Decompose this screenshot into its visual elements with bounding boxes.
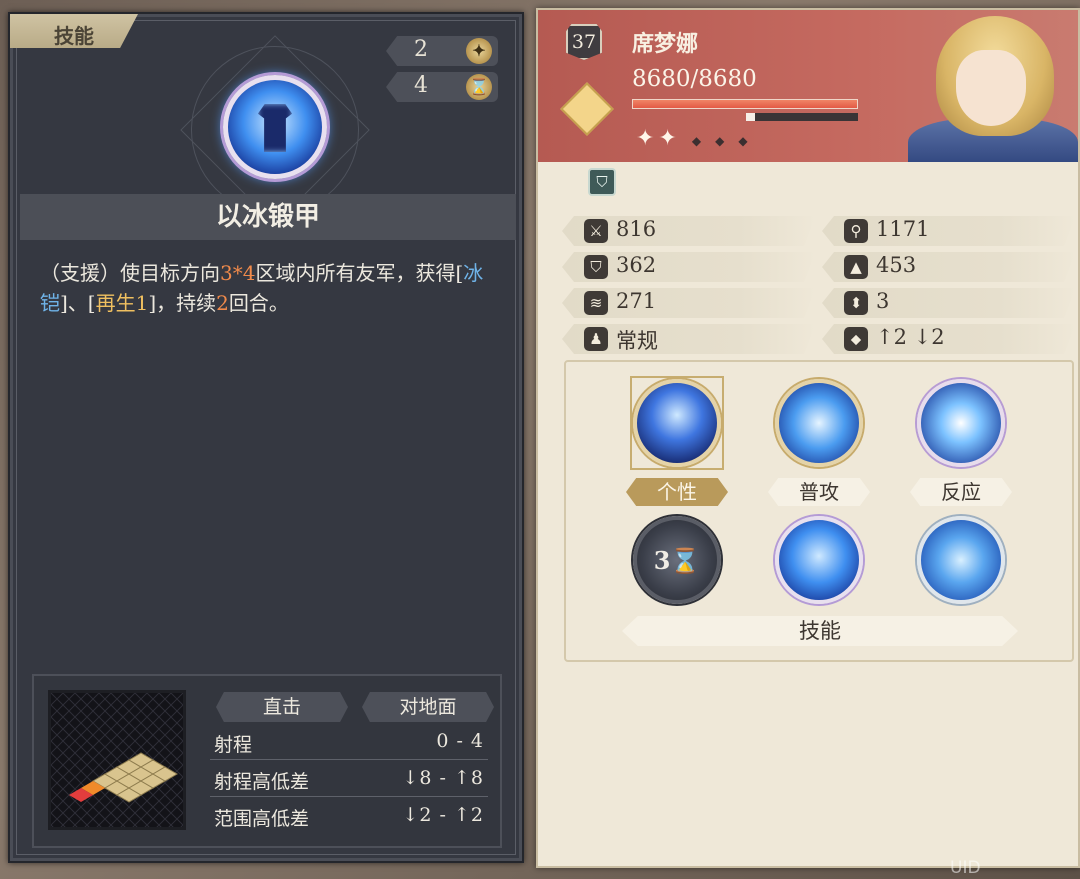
jump-icon: ⬥ [844,327,868,351]
skill-cooldown-value: 4 [414,73,428,98]
shield-icon: ⛉ [584,255,608,279]
desc-text: （支援）使目标方向 [40,261,220,285]
star-compass-icon: ✦ [466,38,492,64]
basic-attack-orb[interactable] [775,379,863,467]
tab-skills[interactable]: 技能 [622,616,1018,646]
stat-move-type[interactable]: ♟ 常规 [562,324,816,354]
buff-regen-link[interactable]: 再生1 [96,291,149,315]
star-rank: ✦✦ ◆◆◆ [636,126,762,151]
user-id: UID 138000231 [950,858,1047,879]
energy-bar [746,113,858,121]
skill-cost-badge: 2 ✦ [386,36,498,66]
person-icon: ♟ [584,327,608,351]
stat-jump[interactable]: ⬥ ↑2 ↓2 [822,324,1076,354]
range-height-label: 射程高低差 [214,771,310,793]
skill-name: 以冰锻甲 [20,194,516,240]
desc-text: 区域内所有友军，获得[ [255,261,464,285]
hp-bar-fill [633,100,857,108]
range-info-box: 直击 对地面 射程 0 - 4 射程高低差 ↓8 - ↑8 范围高低差 ↓2 -… [32,674,502,848]
range-height-value: ↓8 - ↑8 [402,767,484,789]
panel-tab-skill: 技能 [10,14,138,48]
character-panel: 37 席梦娜 8680/8680 ✦✦ ◆◆◆ ⛉ ⚔ 816 ⚲ 1171 ⛉… [536,8,1080,868]
desc-turns: 2 [216,291,229,315]
energy-bar-fill [746,113,755,121]
desc-text: ]，持续 [148,291,217,315]
range-value: 0 - 4 [436,730,484,752]
level-badge: 37 [566,24,602,60]
skill-loadout: 个性 普攻 反应 3⌛ 技能 [564,360,1074,662]
stat-value: 1171 [876,217,930,241]
stat-movement[interactable]: ⬍ 3 [822,288,1076,318]
reaction-skill-orb[interactable] [917,379,1005,467]
magic-wand-icon: ⚲ [844,219,868,243]
tab-reaction[interactable]: 反应 [910,478,1012,506]
wizard-hat-icon: ▲ [844,255,868,279]
character-portrait [898,10,1078,162]
skill-cooldown-badge: 4 ⌛ [386,72,498,102]
ice-shard-skill-orb[interactable] [917,516,1005,604]
character-name: 席梦娜 [632,31,699,57]
stat-value: 816 [616,217,657,241]
target-type-tag: 对地面 [362,692,494,722]
stat-value: 271 [616,289,657,313]
desc-area-size: 3*4 [220,261,256,285]
stat-value: 362 [616,253,657,277]
skill-cost-value: 2 [414,37,428,62]
tab-basic-attack[interactable]: 普攻 [768,478,870,506]
stat-value: 3 [876,289,890,313]
wing-icon: ≋ [584,291,608,315]
stat-value: ↑2 ↓2 [876,325,945,349]
tab-trait[interactable]: 个性 [626,478,728,506]
hp-bar [632,99,858,109]
class-compass-icon [560,82,614,136]
portrait-face [956,50,1026,126]
star-empty-icon: ◆◆◆ [691,134,762,148]
faction-shield-icon[interactable]: ⛉ [588,168,616,196]
area-height-row: 范围高低差 ↓2 - ↑2 [210,800,488,834]
cooldown-skill-orb[interactable]: 3⌛ [633,516,721,604]
area-height-value: ↓2 - ↑2 [402,804,484,826]
stat-value: 常规 [616,329,658,353]
stat-magic-attack[interactable]: ⚲ 1171 [822,216,1076,246]
desc-text: 回合。 [228,291,289,315]
star-filled-icon: ✦✦ [636,126,681,151]
skill-detail-panel: 技能 2 ✦ 4 ⌛ 以冰锻甲 （支援）使目标方向3*4区域内所有友军，获得[冰… [8,12,524,863]
stat-value: 453 [876,253,917,277]
stat-technique[interactable]: ≋ 271 [562,288,816,318]
ice-armor-skill-icon [223,75,327,179]
character-header: 37 席梦娜 8680/8680 ✦✦ ◆◆◆ [538,10,1078,162]
range-label: 射程 [214,734,253,756]
range-height-row: 射程高低差 ↓8 - ↑8 [210,763,488,797]
hourglass-icon: ⌛ [466,74,492,100]
area-height-label: 范围高低差 [214,808,310,830]
area-tiles [69,752,178,803]
stat-magic-defense[interactable]: ▲ 453 [822,252,1076,282]
hp-value: 8680/8680 [632,66,757,92]
trait-skill-orb[interactable] [633,379,721,467]
area-preview-map [48,690,186,830]
cooldown-counter: 3⌛ [653,546,701,575]
armor-icon [258,104,292,152]
desc-text: ]、[ [60,291,96,315]
stat-attack[interactable]: ⚔ 816 [562,216,816,246]
skill-description: （支援）使目标方向3*4区域内所有友军，获得[冰铠]、[再生1]，持续2回合。 [40,258,500,318]
range-row: 射程 0 - 4 [210,726,488,760]
ice-armor-skill-orb[interactable] [775,516,863,604]
stat-defense[interactable]: ⛉ 362 [562,252,816,282]
sword-icon: ⚔ [584,219,608,243]
boot-icon: ⬍ [844,291,868,315]
attack-type-tag: 直击 [216,692,348,722]
